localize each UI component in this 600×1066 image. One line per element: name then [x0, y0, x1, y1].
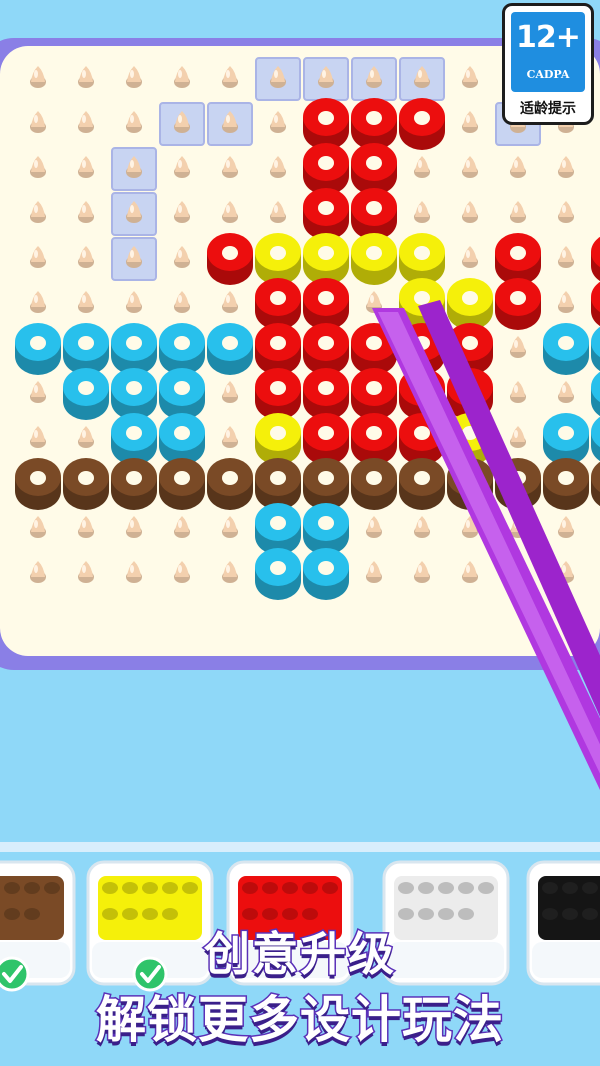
bead-brown[interactable] [543, 458, 589, 510]
promo-subheadline: 解锁更多设计玩法 [95, 990, 505, 1051]
bead-blue[interactable] [63, 323, 109, 375]
age-rating-note: 适龄提示 [520, 101, 576, 117]
bead-yellow[interactable] [351, 233, 397, 285]
bead-red[interactable] [495, 278, 541, 330]
bead-blue[interactable] [543, 413, 589, 465]
bead-brown[interactable] [351, 458, 397, 510]
bead-brown[interactable] [63, 458, 109, 510]
game-scene [0, 0, 600, 1066]
bead-blue[interactable] [543, 323, 589, 375]
bead-red[interactable] [303, 413, 349, 465]
bead-red[interactable] [351, 413, 397, 465]
bead-red[interactable] [303, 323, 349, 375]
bead-red[interactable] [255, 368, 301, 420]
bead-blue[interactable] [159, 413, 205, 465]
bead-blue[interactable] [255, 503, 301, 555]
bead-brown[interactable] [255, 458, 301, 510]
bead-blue[interactable] [303, 548, 349, 600]
age-rating-badge: 12+ CADPA 适龄提示 [502, 3, 594, 125]
bead-red[interactable] [351, 188, 397, 240]
bead-blue[interactable] [255, 548, 301, 600]
bead-red[interactable] [255, 323, 301, 375]
bead-red[interactable] [351, 368, 397, 420]
bead-blue[interactable] [207, 323, 253, 375]
bead-red[interactable] [303, 98, 349, 150]
bead-red[interactable] [495, 233, 541, 285]
bead-yellow[interactable] [447, 278, 493, 330]
bead-yellow[interactable] [255, 413, 301, 465]
bead-yellow[interactable] [303, 233, 349, 285]
bead-blue[interactable] [111, 323, 157, 375]
bead-blue[interactable] [15, 323, 61, 375]
bead-red[interactable] [255, 278, 301, 330]
bead-blue[interactable] [303, 503, 349, 555]
bead-brown[interactable] [303, 458, 349, 510]
bead-yellow[interactable] [399, 233, 445, 285]
age-rating-org: CADPA [526, 68, 570, 81]
age-rating-panel: 12+ CADPA [511, 12, 585, 92]
bead-blue[interactable] [63, 368, 109, 420]
bead-brown[interactable] [399, 458, 445, 510]
bead-brown[interactable] [159, 458, 205, 510]
bead-red[interactable] [303, 278, 349, 330]
bead-blue[interactable] [159, 368, 205, 420]
bead-brown[interactable] [15, 458, 61, 510]
bead-blue[interactable] [159, 323, 205, 375]
bead-red[interactable] [303, 188, 349, 240]
age-rating-label: 12+ [516, 20, 581, 55]
bead-red[interactable] [303, 368, 349, 420]
bead-yellow[interactable] [255, 233, 301, 285]
bead-blue[interactable] [111, 413, 157, 465]
bead-blue[interactable] [111, 368, 157, 420]
bead-red[interactable] [351, 143, 397, 195]
bead-red[interactable] [399, 98, 445, 150]
bead-brown[interactable] [111, 458, 157, 510]
promo-headline: 创意升级 [203, 926, 396, 983]
bead-brown[interactable] [207, 458, 253, 510]
bead-red[interactable] [207, 233, 253, 285]
bead-red[interactable] [351, 98, 397, 150]
bead-red[interactable] [303, 143, 349, 195]
